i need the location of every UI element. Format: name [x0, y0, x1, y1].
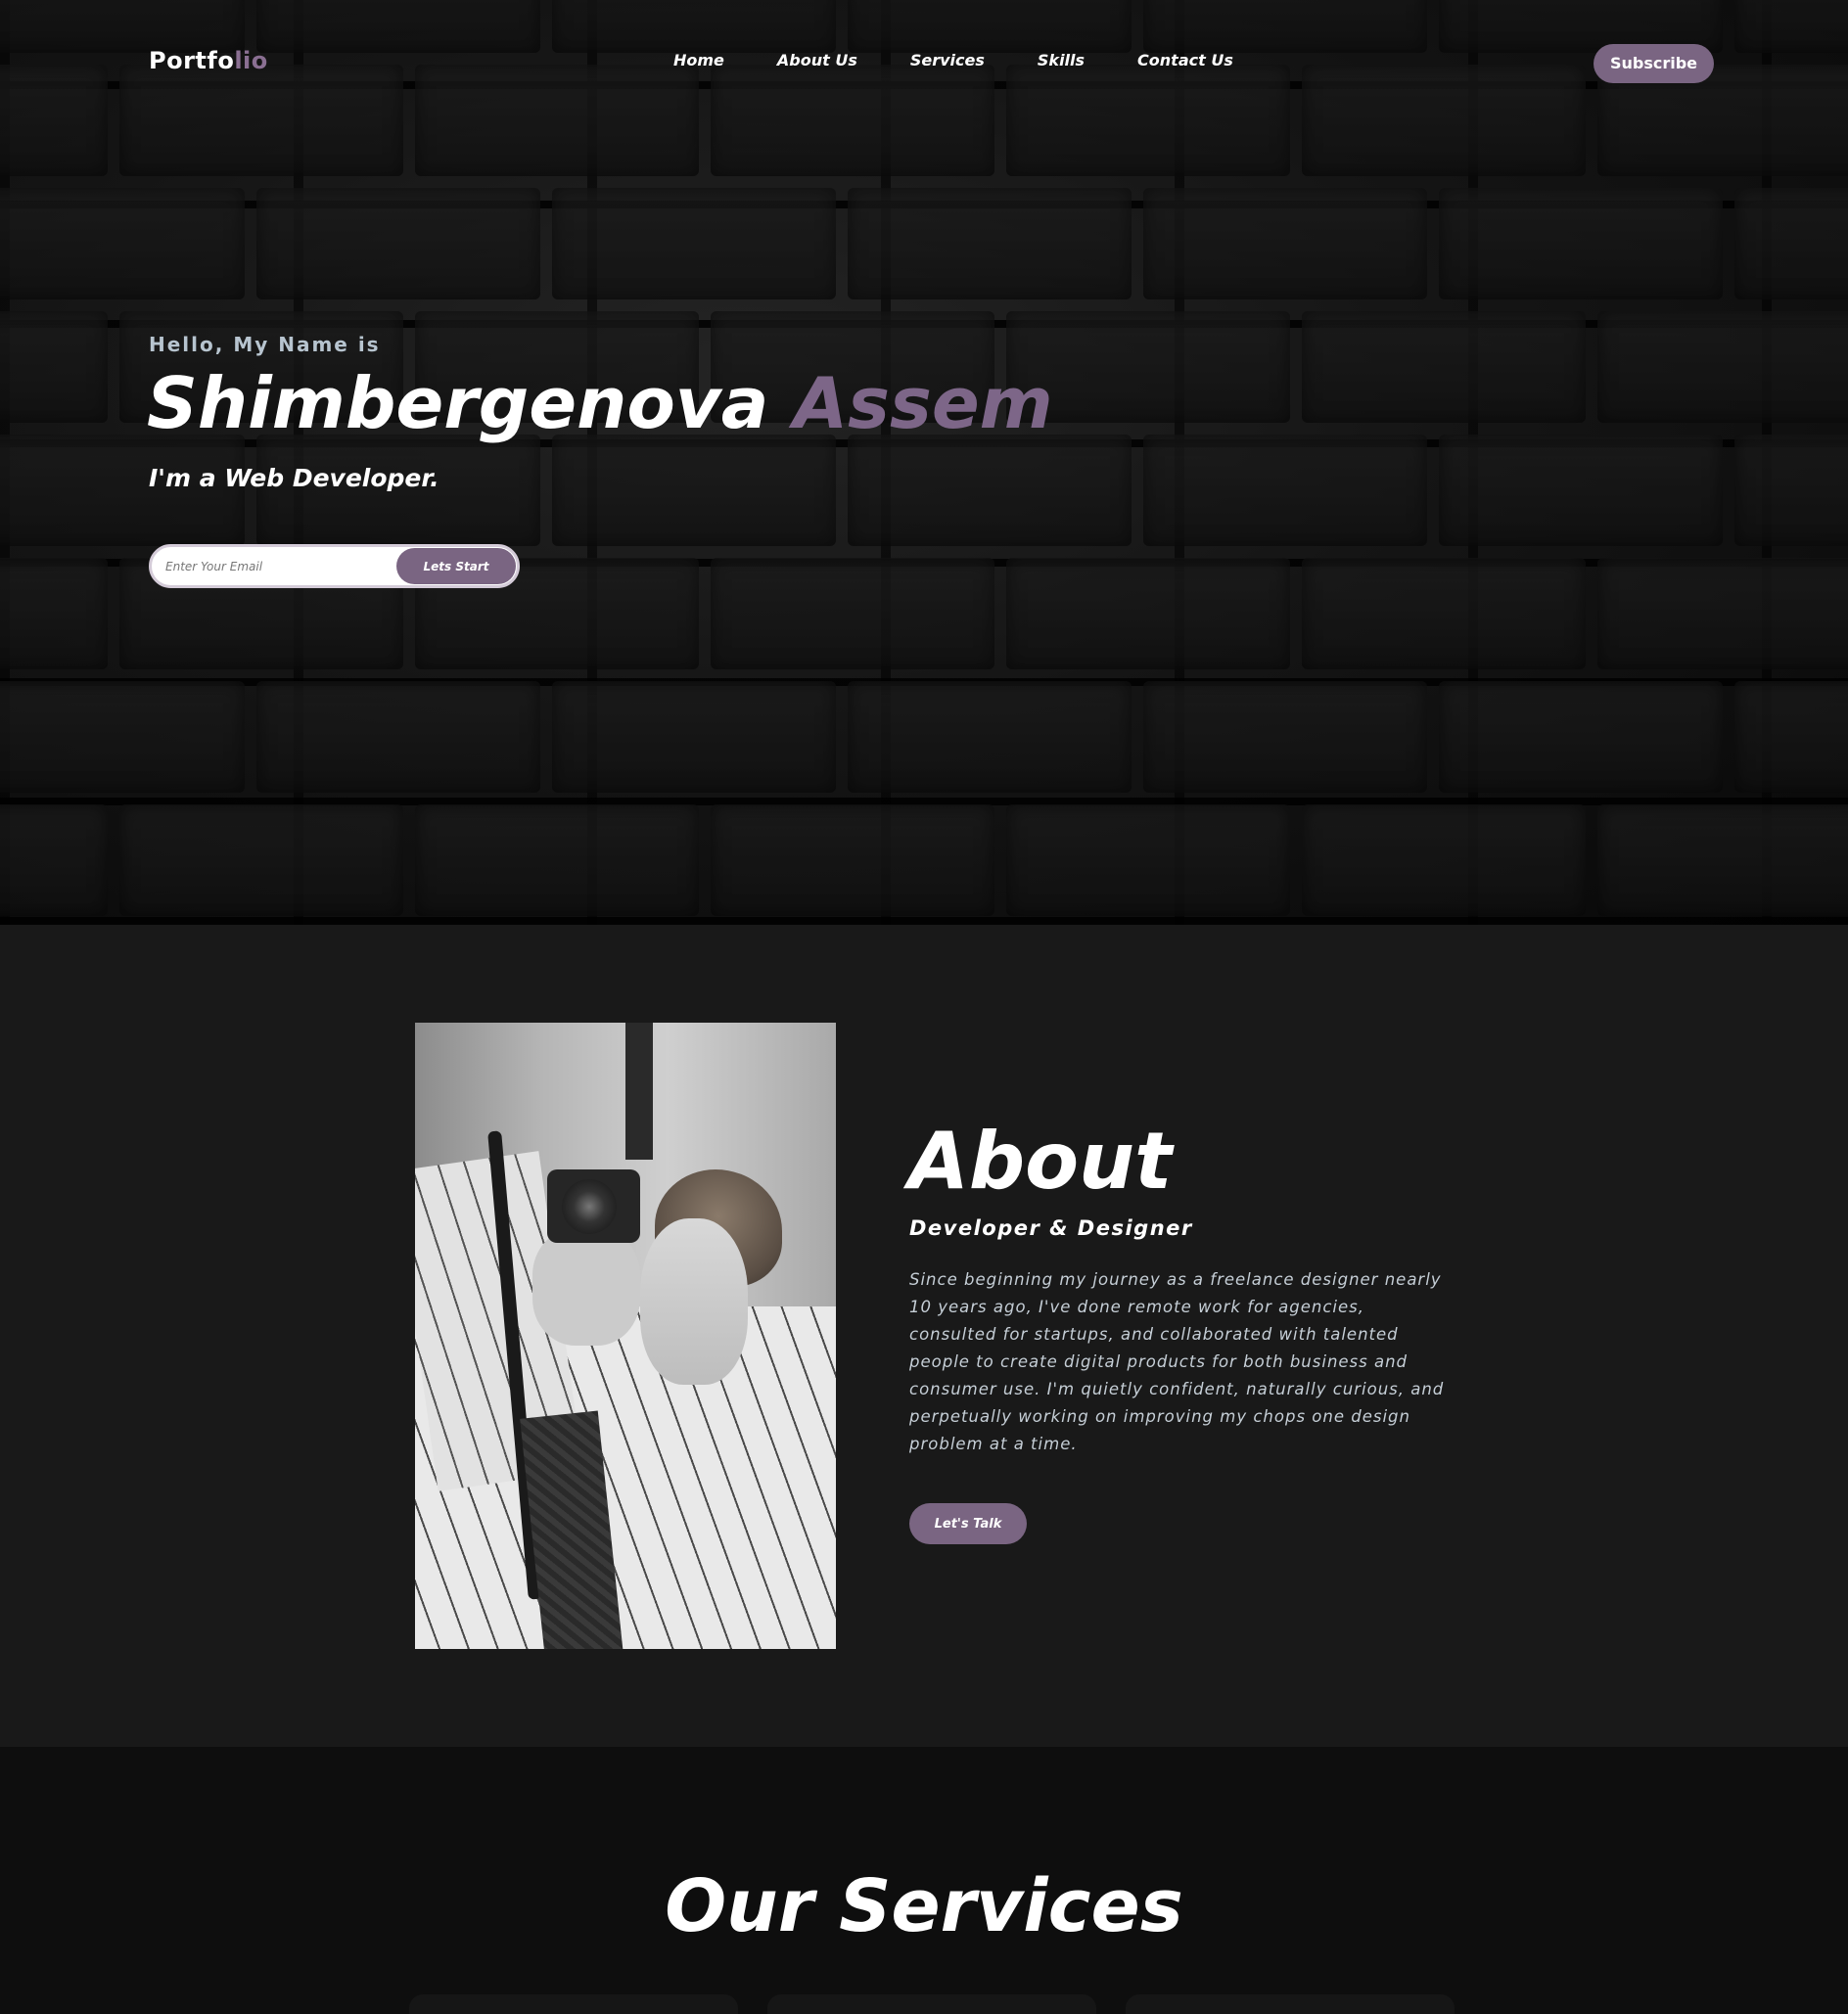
- nav-link-contact[interactable]: Contact Us: [1137, 51, 1233, 69]
- profile-photo: [415, 1023, 836, 1649]
- service-card[interactable]: [1126, 1994, 1455, 2014]
- email-input[interactable]: [152, 547, 396, 585]
- logo-main-text: Portfo: [149, 47, 235, 74]
- nav-link-home[interactable]: Home: [673, 51, 724, 69]
- hero-name: Shimbergenova Assem: [147, 362, 1053, 444]
- about-title: About: [908, 1116, 1173, 1207]
- hero-name-first: Shimbergenova: [147, 362, 769, 444]
- hero-role: I'm a Web Developer.: [149, 464, 439, 492]
- top-navbar: Portfolio Home About Us Services Skills …: [0, 41, 1848, 86]
- brick-wall-row: [0, 804, 1848, 916]
- nav-link-about[interactable]: About Us: [777, 51, 857, 69]
- service-card[interactable]: [409, 1994, 738, 2014]
- services-title: Our Services: [665, 1864, 1183, 1948]
- about-subtitle: Developer & Designer: [909, 1216, 1193, 1240]
- brick-wall-row: [0, 681, 1848, 793]
- lets-start-button[interactable]: Lets Start: [396, 548, 516, 584]
- hero-name-accent: Assem: [793, 362, 1053, 444]
- services-section: Our Services: [0, 1747, 1848, 2014]
- hero-greeting: Hello, My Name is: [149, 333, 381, 356]
- nav-link-skills[interactable]: Skills: [1038, 51, 1085, 69]
- hero-section: Portfolio Home About Us Services Skills …: [0, 0, 1848, 925]
- lets-talk-button[interactable]: Let's Talk: [909, 1503, 1027, 1544]
- about-description: Since beginning my journey as a freelanc…: [909, 1270, 1445, 1453]
- subscribe-button[interactable]: Subscribe: [1594, 44, 1714, 83]
- site-logo[interactable]: Portfolio: [149, 47, 268, 74]
- nav-links: Home About Us Services Skills Contact Us: [673, 51, 1286, 69]
- about-section: About Developer & Designer Since beginni…: [0, 925, 1848, 1747]
- email-signup-form: Lets Start: [149, 544, 520, 588]
- logo-accent-text: lio: [234, 47, 268, 74]
- brick-wall-row: [0, 188, 1848, 299]
- nav-link-services[interactable]: Services: [910, 51, 985, 69]
- service-card[interactable]: [767, 1994, 1096, 2014]
